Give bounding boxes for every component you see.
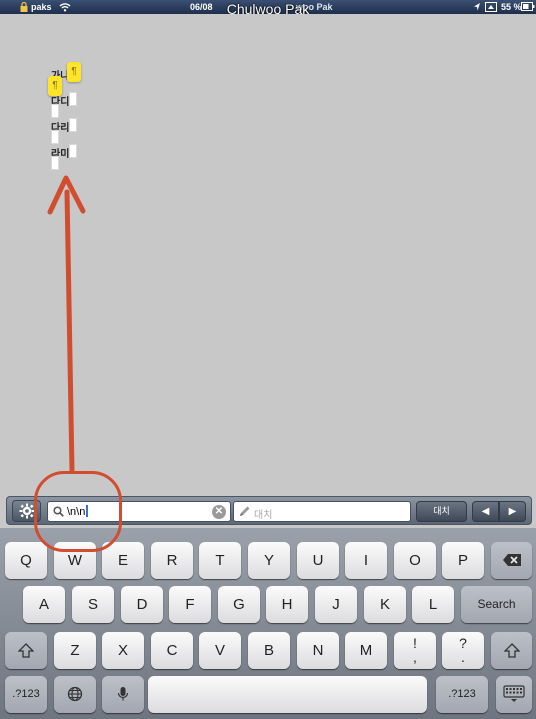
line-end-marker <box>51 104 59 118</box>
key-bottom-char: , <box>413 649 417 665</box>
search-key[interactable]: Search <box>461 586 532 623</box>
onscreen-keyboard: Q W E R T Y U I O P A S D F G H J K L Se… <box>0 528 536 719</box>
settings-button[interactable] <box>12 500 41 522</box>
numbers-key-right[interactable]: .?123 <box>436 676 488 713</box>
line-end-marker <box>51 156 59 170</box>
key-i[interactable]: I <box>345 542 387 579</box>
key-l[interactable]: L <box>412 586 454 623</box>
key-s[interactable]: S <box>72 586 114 623</box>
status-bar: paks 06/08 woo Pak 55 % <box>0 0 536 14</box>
carrier-name: paks <box>31 2 52 12</box>
key-y[interactable]: Y <box>248 542 290 579</box>
backspace-key[interactable] <box>491 542 532 579</box>
hide-keyboard-key[interactable] <box>496 676 532 713</box>
gear-icon <box>19 503 34 519</box>
search-value: \n\n <box>67 505 89 518</box>
key-top-char: ? <box>459 635 467 651</box>
pilcrow-match-marker: ¶ <box>48 76 62 96</box>
key-z[interactable]: Z <box>54 632 96 669</box>
keyboard-dismiss-icon <box>503 685 525 702</box>
replace-placeholder: 대치 <box>254 510 273 521</box>
key-j[interactable]: J <box>315 586 357 623</box>
line-end-marker <box>69 144 77 158</box>
lock-icon <box>20 2 28 12</box>
text-caret <box>86 505 89 517</box>
pencil-icon <box>240 506 250 516</box>
key-e[interactable]: E <box>102 542 144 579</box>
space-key[interactable] <box>148 676 427 713</box>
pilcrow-match-marker: ¶ <box>67 62 81 82</box>
replace-button[interactable]: 대치 <box>416 501 467 522</box>
key-b[interactable]: B <box>248 632 290 669</box>
key-t[interactable]: T <box>199 542 241 579</box>
key-n[interactable]: N <box>297 632 339 669</box>
line-end-marker <box>69 92 77 106</box>
rotation-lock-icon <box>485 2 497 12</box>
key-x[interactable]: X <box>102 632 144 669</box>
microphone-icon <box>117 687 129 701</box>
key-r[interactable]: R <box>151 542 193 579</box>
globe-key[interactable] <box>54 676 96 713</box>
previous-match-button[interactable]: ◀ <box>472 501 499 522</box>
key-o[interactable]: O <box>394 542 436 579</box>
key-a[interactable]: A <box>23 586 65 623</box>
globe-icon <box>67 686 83 702</box>
key-w[interactable]: W <box>54 542 96 579</box>
key-bottom-char: . <box>461 649 465 665</box>
key-q[interactable]: Q <box>5 542 47 579</box>
next-match-button[interactable]: ▶ <box>499 501 526 522</box>
key-question-period[interactable]: ? . <box>442 632 484 669</box>
key-c[interactable]: C <box>151 632 193 669</box>
key-d[interactable]: D <box>121 586 163 623</box>
line-end-marker <box>69 118 77 132</box>
status-title: woo Pak <box>296 2 333 12</box>
backspace-icon <box>502 554 521 566</box>
key-f[interactable]: F <box>169 586 211 623</box>
shift-icon <box>17 643 35 658</box>
battery-percent: 55 % <box>501 2 522 12</box>
key-exclaim-comma[interactable]: ! , <box>394 632 436 669</box>
key-g[interactable]: G <box>218 586 260 623</box>
numbers-key-left[interactable]: .?123 <box>5 676 47 713</box>
key-k[interactable]: K <box>364 586 406 623</box>
search-icon <box>53 506 64 517</box>
key-p[interactable]: P <box>442 542 484 579</box>
find-replace-bar: \n\n ✕ 대치 대치 ◀ ▶ <box>6 496 532 525</box>
key-top-char: ! <box>413 635 417 651</box>
shift-key-left[interactable] <box>5 632 47 669</box>
key-u[interactable]: U <box>297 542 339 579</box>
replace-input[interactable]: 대치 <box>233 501 411 522</box>
battery-icon <box>521 2 535 11</box>
status-date: 06/08 <box>190 2 213 12</box>
key-m[interactable]: M <box>345 632 387 669</box>
dictation-key[interactable] <box>102 676 144 713</box>
key-h[interactable]: H <box>266 586 308 623</box>
wifi-icon <box>59 3 71 12</box>
key-v[interactable]: V <box>199 632 241 669</box>
location-icon <box>474 3 480 11</box>
document-canvas[interactable]: 가나 다디 다리 라미 ¶ ¶ <box>0 14 536 495</box>
shift-icon <box>502 643 521 658</box>
line-end-marker <box>51 130 59 144</box>
shift-key-right[interactable] <box>491 632 532 669</box>
clear-icon[interactable]: ✕ <box>212 505 226 519</box>
search-input[interactable]: \n\n ✕ <box>47 501 231 522</box>
